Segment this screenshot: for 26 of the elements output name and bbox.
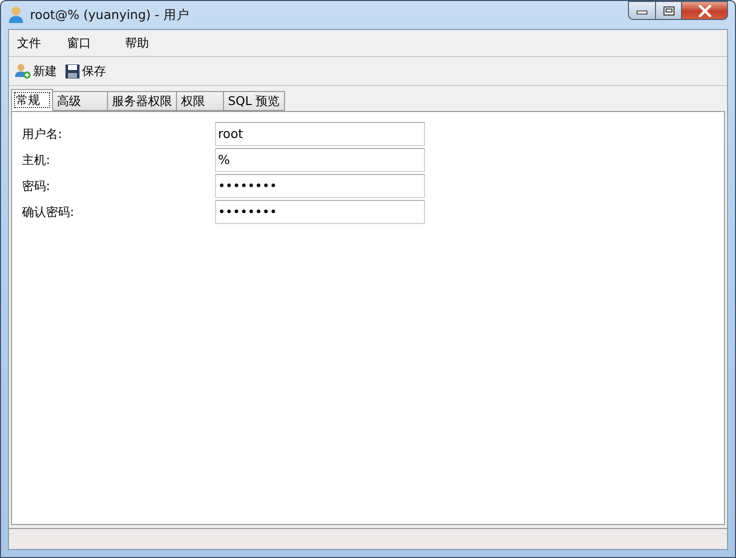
minimize-button[interactable] xyxy=(628,1,655,20)
input-field[interactable]: •••••••• xyxy=(215,200,425,224)
menu-item[interactable]: 文件 xyxy=(13,32,45,54)
field-label: 主机: xyxy=(22,152,52,168)
close-icon xyxy=(698,4,712,16)
toolbar-button[interactable]: 新建 xyxy=(14,62,58,80)
field-label: 确认密码: xyxy=(22,204,76,220)
menu-item[interactable]: 窗口 xyxy=(63,32,95,54)
input-field[interactable]: •••••••• xyxy=(215,174,425,198)
tab[interactable]: 高级 xyxy=(52,91,108,111)
input-field[interactable]: root xyxy=(215,122,425,146)
maximize-button[interactable] xyxy=(655,1,682,20)
input-field[interactable]: % xyxy=(215,148,425,172)
window-title: root@% (yuanying) - 用户 xyxy=(30,6,190,24)
toolbar-button[interactable]: 保存 xyxy=(64,62,107,80)
user-icon xyxy=(8,6,24,24)
tab[interactable]: 权限 xyxy=(176,91,224,111)
menu-item[interactable]: 帮助 xyxy=(121,32,153,54)
field-label: 密码: xyxy=(22,178,52,194)
tab[interactable]: SQL 预览 xyxy=(223,91,285,111)
add-user-icon xyxy=(15,63,31,79)
tab[interactable]: 常规 xyxy=(11,89,53,111)
tab[interactable]: 服务器权限 xyxy=(107,91,177,111)
maximize-icon xyxy=(662,6,674,16)
field-label: 用户名: xyxy=(22,126,64,142)
close-button[interactable] xyxy=(682,1,728,20)
